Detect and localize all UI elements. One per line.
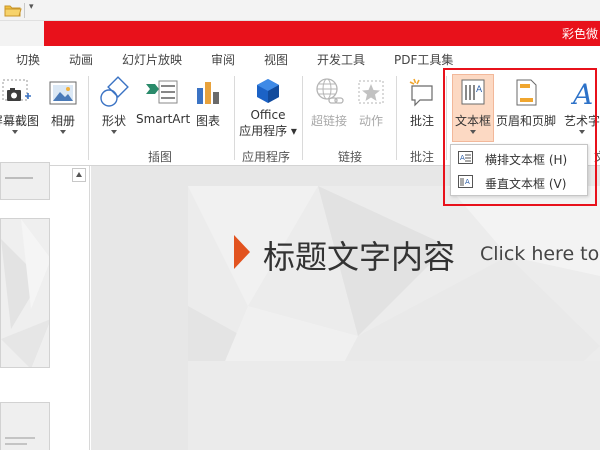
- title-arrow-marker: [234, 235, 250, 269]
- wordart-icon: A: [570, 78, 593, 110]
- group-label-comments: 批注: [410, 150, 435, 164]
- comment-label: 批注: [409, 114, 434, 128]
- title-bar-left: [0, 21, 44, 46]
- customize-qat-icon[interactable]: ▾: [29, 2, 34, 12]
- smartart-button[interactable]: SmartArt: [136, 76, 191, 126]
- action-button[interactable]: 动作: [354, 76, 388, 129]
- photo-album-label: 相册: [50, 114, 75, 128]
- chevron-down-icon: [579, 130, 585, 134]
- textbox-dropdown-menu: A 横排文本框 (H) A 垂直文本框 (V): [450, 144, 588, 196]
- slide-thumbnail[interactable]: [0, 162, 50, 200]
- group-separator: [396, 76, 397, 160]
- tab-developer[interactable]: 开发工具: [317, 51, 365, 68]
- vertical-textbox-icon: A: [458, 175, 473, 188]
- horizontal-textbox-icon: A: [458, 151, 473, 164]
- comment-icon: [409, 78, 433, 107]
- group-separator: [88, 76, 89, 160]
- tab-slideshow[interactable]: 幻灯片放映: [122, 51, 182, 68]
- bar-chart-icon: [197, 82, 219, 104]
- ribbon-tabs: 切换 动画 幻灯片放映 审阅 视图 开发工具 PDF工具集: [0, 46, 600, 72]
- tab-animations[interactable]: 动画: [69, 51, 93, 68]
- textbox-button[interactable]: A 文本框: [452, 76, 494, 134]
- group-label-text: 文: [594, 148, 600, 165]
- open-folder-icon[interactable]: [4, 3, 22, 17]
- tab-transitions[interactable]: 切换: [16, 51, 40, 68]
- current-slide[interactable]: [188, 186, 600, 450]
- smartart-icon: [146, 80, 178, 104]
- tab-pdf-tools[interactable]: PDF工具集: [394, 51, 453, 68]
- screenshot-button[interactable]: 屏幕截图: [0, 76, 42, 134]
- slide-background-pattern: [188, 186, 600, 450]
- shapes-button[interactable]: 形状: [96, 76, 132, 134]
- svg-text:A: A: [465, 178, 470, 186]
- header-footer-label: 页眉和页脚: [496, 114, 557, 128]
- wordart-label: 艺术字: [563, 114, 600, 128]
- chevron-down-icon: [12, 130, 18, 134]
- chevron-down-icon: [60, 130, 66, 134]
- screenshot-icon: [2, 79, 31, 101]
- slide-title[interactable]: 标题文字内容: [263, 232, 455, 278]
- textbox-label: 文本框: [454, 114, 491, 128]
- slide-thumbnail[interactable]: [0, 218, 50, 368]
- qat-separator: [24, 3, 25, 18]
- group-separator: [302, 76, 303, 160]
- photo-album-button[interactable]: 相册: [46, 76, 80, 134]
- tab-view[interactable]: 视图: [264, 51, 288, 68]
- menu-item-vertical-textbox[interactable]: A 垂直文本框 (V): [451, 170, 587, 194]
- header-footer-icon: [516, 79, 537, 106]
- chevron-down-icon: [111, 130, 117, 134]
- menu-item-label: 横排文本框 (H): [485, 153, 568, 167]
- quick-access-toolbar: ▾: [0, 0, 600, 21]
- app-title: 彩色微: [561, 27, 598, 41]
- shapes-icon: [100, 76, 129, 107]
- group-label-illustrations: 插图: [148, 150, 173, 164]
- screenshot-label: 屏幕截图: [0, 114, 39, 128]
- action-star-icon: [358, 80, 384, 104]
- hyperlink-label: 超链接: [310, 114, 347, 128]
- office-apps-label-line1: Office: [250, 108, 286, 122]
- group-separator: [446, 76, 447, 160]
- group-separator: [234, 76, 235, 160]
- svg-text:A: A: [570, 78, 593, 110]
- action-label: 动作: [358, 114, 383, 128]
- office-store-icon: [257, 79, 279, 103]
- slide-subtitle-placeholder[interactable]: Click here to: [480, 243, 599, 265]
- slide-thumbnail[interactable]: [0, 402, 50, 450]
- hyperlink-button[interactable]: 超链接: [308, 76, 350, 129]
- hyperlink-globe-icon: [316, 78, 344, 104]
- menu-item-label: 垂直文本框 (V): [485, 177, 567, 191]
- tab-review[interactable]: 审阅: [211, 51, 235, 68]
- textbox-icon: A: [461, 79, 485, 105]
- group-label-links: 链接: [338, 150, 363, 164]
- group-label-apps: 应用程序: [242, 150, 291, 164]
- new-comment-button[interactable]: 批注: [402, 76, 442, 129]
- slide-thumbnail-pane: [0, 162, 90, 450]
- svg-text:A: A: [476, 85, 483, 95]
- chart-label: 图表: [195, 114, 220, 128]
- thumbnail-scrollbar[interactable]: [70, 166, 88, 450]
- menu-item-horizontal-textbox[interactable]: A 横排文本框 (H): [451, 146, 587, 170]
- slide-thumbnail-pattern: [1, 219, 49, 367]
- chart-button[interactable]: 图表: [192, 76, 224, 129]
- photo-album-icon: [49, 81, 77, 105]
- shapes-label: 形状: [101, 114, 126, 128]
- smartart-label: SmartArt: [136, 112, 191, 126]
- office-apps-label-line2: 应用程序 ▾: [239, 124, 297, 138]
- office-apps-button[interactable]: Office 应用程序 ▾: [238, 76, 298, 139]
- header-footer-button[interactable]: 页眉和页脚: [496, 76, 556, 129]
- svg-text:A: A: [460, 154, 465, 162]
- wordart-button[interactable]: A 艺术字: [560, 76, 600, 134]
- title-bar: 彩色微: [44, 21, 600, 46]
- chevron-down-icon: [470, 130, 476, 134]
- scroll-up-icon[interactable]: [72, 168, 86, 182]
